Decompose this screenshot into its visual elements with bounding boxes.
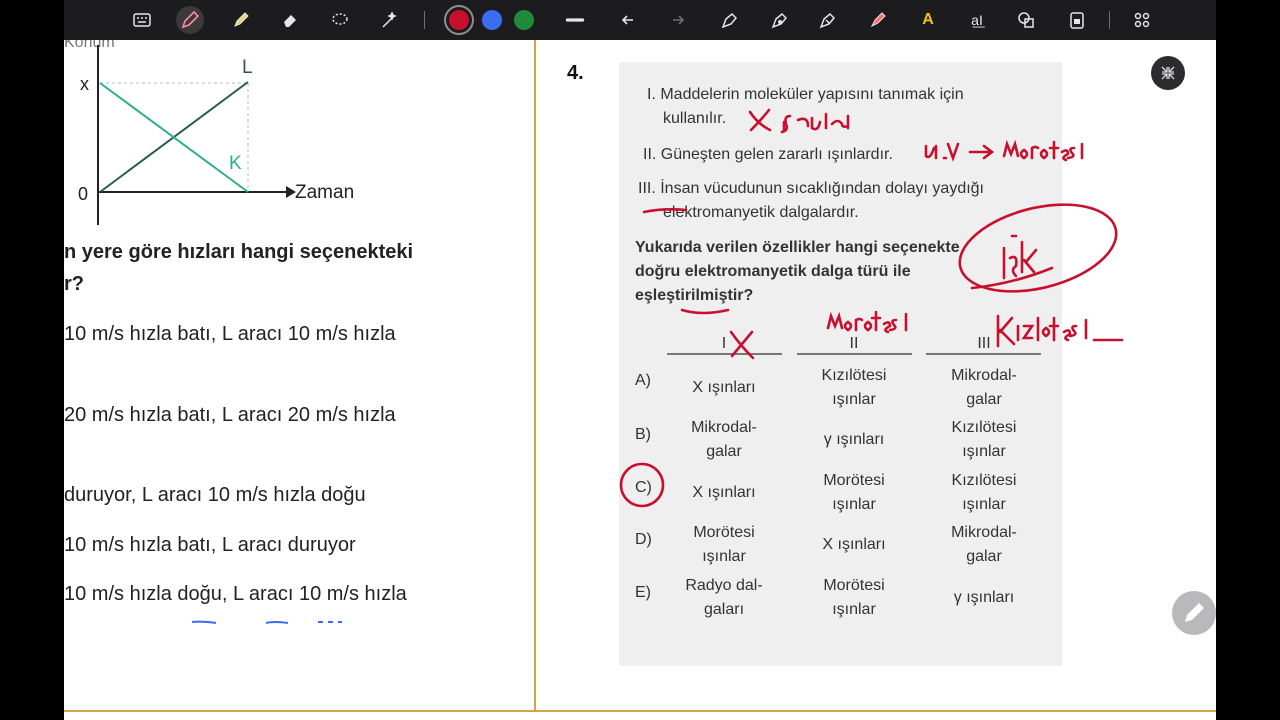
collapse-icon: [1161, 66, 1175, 80]
edit-pencil-icon: [1185, 603, 1204, 622]
collapse-button[interactable]: [1151, 56, 1185, 90]
notes-page: A a͟I Konum x 0 Zaman L K n yere göre hı…: [64, 0, 1216, 720]
red-ink-annotations: [619, 108, 1124, 508]
edit-button[interactable]: [1172, 591, 1216, 635]
